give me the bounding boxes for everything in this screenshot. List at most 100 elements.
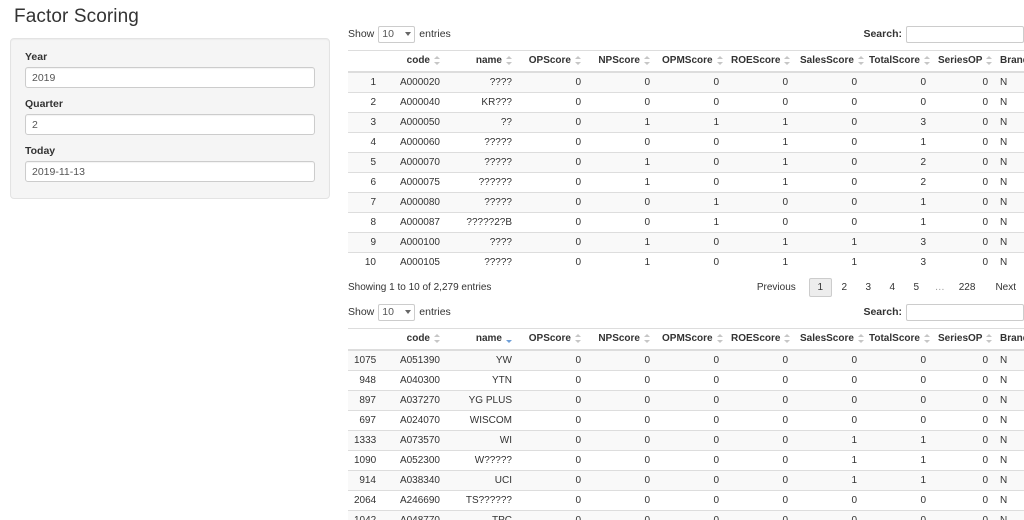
table-row[interactable]: 1042A048770TPC0000000N20192 [348,510,1024,520]
table-row[interactable]: 6A000075??????0101020N20192 [348,172,1024,193]
column-header-OPScore[interactable]: OPScore [518,50,587,73]
pagination-ellipsis: … [934,281,945,293]
table-row[interactable]: 2A000040KR???0000000N20192 [348,92,1024,113]
quarter-input[interactable] [25,114,315,135]
cell-SalesScore: 0 [794,390,863,411]
table-row[interactable]: 9A000100????0101130N20192 [348,232,1024,253]
cell-SeriesOP: 0 [932,152,994,173]
table-row[interactable]: 897A037270YG PLUS0000000N20192 [348,390,1024,411]
cell-code: A000080 [382,192,446,213]
column-header-TotalScore[interactable]: TotalScore [863,328,932,351]
cell-SalesScore: 0 [794,510,863,520]
pagination-page-4[interactable]: 4 [881,278,904,297]
column-header-NPScore[interactable]: NPScore [587,50,656,73]
cell-OPMScore: 0 [656,390,725,411]
column-header-name[interactable]: name [446,50,518,73]
table-row[interactable]: 1333A073570WI0000110N20192 [348,430,1024,451]
cell-name: YW [446,349,518,371]
column-header-label: BrandNew [1000,55,1024,66]
column-header-SalesScore[interactable]: SalesScore [794,50,864,73]
table-row[interactable]: 1A000020????0000000N20192 [348,71,1024,93]
column-header-ROEScore[interactable]: ROEScore [725,50,794,73]
table-row[interactable]: 1075A051390YW0000000N20192 [348,349,1024,371]
cell-ROEScore: 0 [725,92,794,113]
column-header-idx[interactable] [348,50,382,73]
cell-OPMScore: 0 [656,71,725,93]
column-header-OPMScore[interactable]: OPMScore [656,50,725,73]
search-input-1[interactable] [906,25,1024,43]
table-row[interactable]: 948A040300YTN0000000N20192 [348,370,1024,391]
column-header-NPScore[interactable]: NPScore [587,328,656,351]
cell-SeriesOP: 0 [932,410,994,431]
column-header-OPScore[interactable]: OPScore [518,328,587,351]
pagination-page-2[interactable]: 2 [833,278,856,297]
pagination-page-228[interactable]: 228 [952,278,983,297]
column-header-TotalScore[interactable]: TotalScore [863,50,932,73]
cell-NPScore: 1 [587,172,656,193]
search-control-2: Search: [863,303,1024,321]
table-row[interactable]: 3A000050??0111030N20192 [348,112,1024,133]
pagination-previous[interactable]: Previous [749,278,804,297]
table-row[interactable]: 697A024070WISCOM0000000N20192 [348,410,1024,431]
pagination-page-3[interactable]: 3 [857,278,880,297]
cell-SeriesOP: 0 [932,92,994,113]
length-select-1[interactable]: 102550100 [378,25,416,43]
table-row[interactable]: 8A000087?????2?B0010010N20192 [348,212,1024,233]
cell-SeriesOP: 0 [932,132,994,153]
table-row[interactable]: 1090A052300W?????0000110N20192 [348,450,1024,471]
column-header-label: name [475,333,502,344]
search-input-2[interactable] [906,303,1024,321]
cell-NPScore: 0 [587,430,656,451]
column-header-label: ROEScore [731,333,781,344]
pagination-page-5[interactable]: 5 [905,278,928,297]
table-1-info: Showing 1 to 10 of 2,279 entries [348,281,492,293]
cell-SeriesOP: 0 [932,490,994,511]
column-header-SeriesOP[interactable]: SeriesOP [932,50,994,73]
cell-BrandNew: N [994,470,1024,491]
column-header-code[interactable]: code [382,328,446,351]
column-header-OPMScore[interactable]: OPMScore [656,328,725,351]
column-header-code[interactable]: code [382,50,446,73]
cell-TotalScore: 0 [863,390,932,411]
column-header-BrandNew[interactable]: BrandNew [994,328,1024,351]
sort-arrows-icon [986,55,993,65]
pagination-page-1[interactable]: 1 [808,277,832,297]
column-header-BrandNew[interactable]: BrandNew [994,50,1024,73]
column-header-ROEScore[interactable]: ROEScore [725,328,794,351]
cell-idx: 7 [348,192,382,213]
length-select-2[interactable]: 102550100 [378,303,416,321]
cell-idx: 8 [348,212,382,233]
column-header-SeriesOP[interactable]: SeriesOP [932,328,994,351]
cell-SeriesOP: 0 [932,370,994,391]
column-header-idx[interactable] [348,328,382,351]
column-header-label: OPMScore [662,55,713,66]
table-row[interactable]: 10A000105?????0101130N20192 [348,252,1024,272]
cell-OPScore: 0 [518,232,587,253]
table-row[interactable]: 914A038340UCI0000110N20192 [348,470,1024,491]
pagination-next[interactable]: Next [987,278,1024,297]
cell-ROEScore: 0 [725,349,794,371]
table-row[interactable]: 7A000080?????0010010N20192 [348,192,1024,213]
sort-arrows-icon [716,333,723,343]
cell-code: A038340 [382,470,446,491]
cell-ROEScore: 1 [725,152,794,173]
cell-ROEScore: 1 [725,172,794,193]
today-input[interactable] [25,161,315,182]
table-row[interactable]: 5A000070?????0101020N20192 [348,152,1024,173]
cell-name: ????? [446,132,518,153]
table-row[interactable]: 4A000060?????0001010N20192 [348,132,1024,153]
column-header-name[interactable]: name [446,328,518,351]
cell-OPMScore: 1 [656,192,725,213]
column-header-label: name [475,55,502,66]
year-input[interactable] [25,67,315,88]
table-row[interactable]: 2064A246690TS??????0000000N20192 [348,490,1024,511]
cell-OPScore: 0 [518,192,587,213]
cell-TotalScore: 1 [863,430,932,451]
column-header-SalesScore[interactable]: SalesScore [794,328,864,351]
cell-SalesScore: 0 [794,71,863,93]
cell-NPScore: 1 [587,232,656,253]
cell-SalesScore: 0 [794,132,863,153]
cell-BrandNew: N [994,252,1024,272]
cell-idx: 2064 [348,490,382,511]
sort-arrows-icon [506,55,512,65]
